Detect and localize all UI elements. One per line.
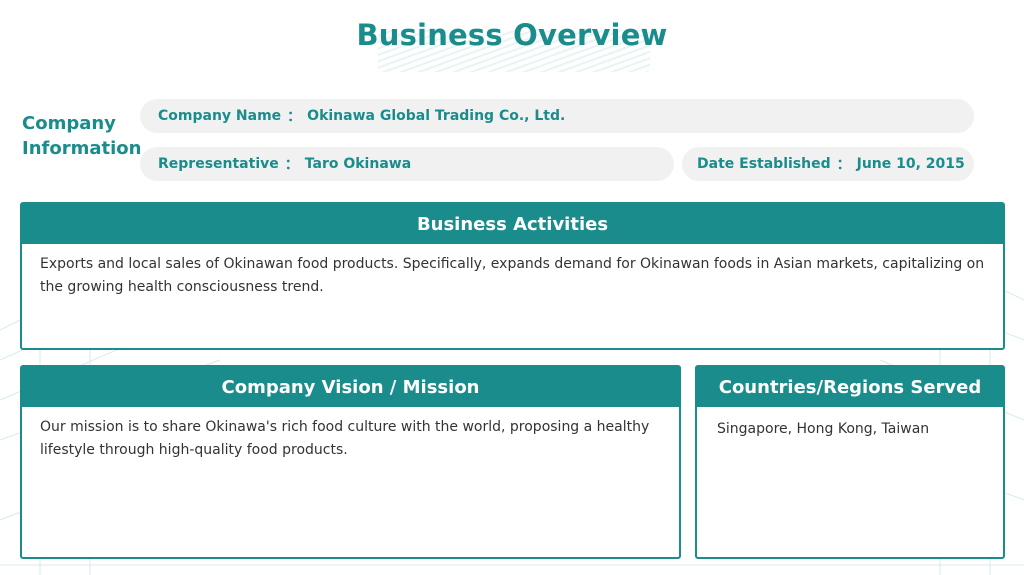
company-information-label: Company Information xyxy=(22,113,142,159)
separator: ： xyxy=(836,157,851,173)
business-activities-body: Exports and local sales of Okinawan food… xyxy=(40,256,985,295)
business-activities-card: Business Activities Exports and local sa… xyxy=(20,202,1005,350)
countries-served-header: Countries/Regions Served xyxy=(697,367,1003,407)
representative-value: Taro Okinawa xyxy=(304,156,412,172)
countries-served-card: Countries/Regions Served Singapore, Hong… xyxy=(695,365,1005,559)
representative-label: Representative xyxy=(158,156,279,172)
separator: ： xyxy=(284,157,299,173)
company-name-value: Okinawa Global Trading Co., Ltd. xyxy=(307,108,566,124)
date-established-label: Date Established xyxy=(697,156,831,172)
date-established-field: Date Established ： June 10, 2015 xyxy=(682,147,974,181)
representative-field: Representative ： Taro Okinawa xyxy=(140,147,674,181)
date-established-value: June 10, 2015 xyxy=(856,156,965,172)
vision-mission-body: Our mission is to share Okinawa's rich f… xyxy=(40,419,650,458)
separator: ： xyxy=(287,109,302,125)
vision-mission-card: Company Vision / Mission Our mission is … xyxy=(20,365,681,559)
business-activities-header: Business Activities xyxy=(22,204,1003,244)
company-name-label: Company Name xyxy=(158,108,282,124)
vision-mission-header: Company Vision / Mission xyxy=(22,367,679,407)
page-title: Business Overview xyxy=(356,18,668,52)
countries-served-body: Singapore, Hong Kong, Taiwan xyxy=(717,421,930,437)
company-name-field: Company Name ： Okinawa Global Trading Co… xyxy=(140,99,974,133)
